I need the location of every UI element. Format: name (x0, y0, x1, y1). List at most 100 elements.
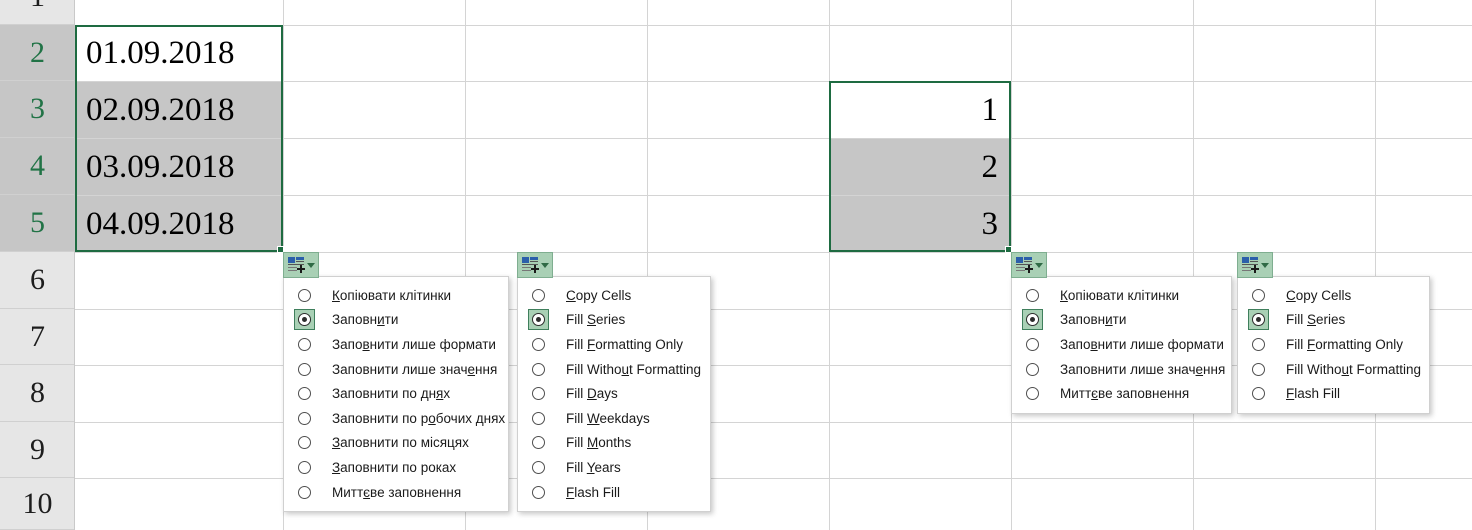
menu-item[interactable]: Fill Without Formatting (518, 357, 710, 382)
radio-unselected[interactable] (1022, 359, 1043, 380)
radio-unselected[interactable] (528, 432, 549, 453)
cell-date-row2[interactable]: 01.09.2018 (76, 26, 282, 81)
menu-item[interactable]: Заповнити лише формати (284, 332, 508, 357)
autofill-menu-numbers-uk[interactable]: Копіювати клітинки Заповнити Заповнити лиш… (1011, 276, 1232, 414)
menu-item[interactable]: Заповнити (1012, 308, 1231, 333)
autofill-menu-dates-uk[interactable]: Копіювати клітинки Заповнити Заповнити лиш… (283, 276, 509, 513)
radio-unselected[interactable] (1022, 285, 1043, 306)
menu-item[interactable]: Fill Years (518, 455, 710, 480)
radio-unselected[interactable] (528, 457, 549, 478)
radio-unselected[interactable] (528, 383, 549, 404)
cell-number-row5[interactable]: 3 (830, 196, 1010, 252)
radio-icon (532, 362, 545, 376)
menu-item-label: Fill Days (566, 386, 618, 402)
menu-item[interactable]: Flash Fill (1238, 381, 1429, 406)
menu-item[interactable]: Fill Series (518, 308, 710, 333)
radio-icon (298, 436, 311, 450)
radio-unselected[interactable] (528, 285, 549, 306)
radio-unselected[interactable] (1248, 334, 1269, 355)
autofill-options-icon (1015, 256, 1033, 274)
menu-item-label: Заповнити по роках (332, 459, 457, 475)
radio-unselected[interactable] (294, 285, 315, 306)
radio-icon (1252, 387, 1265, 401)
cell-date-row5[interactable]: 04.09.2018 (76, 196, 282, 252)
radio-unselected[interactable] (294, 359, 315, 380)
radio-selected[interactable] (1022, 309, 1043, 331)
menu-item[interactable]: Copy Cells (1238, 283, 1429, 308)
radio-selected[interactable] (1248, 309, 1269, 331)
radio-unselected[interactable] (1248, 359, 1269, 380)
autofill-options-button-numbers-en[interactable] (1237, 252, 1273, 278)
radio-selected[interactable] (528, 309, 549, 331)
menu-item[interactable]: Копіювати клітинки (1012, 283, 1231, 308)
menu-item[interactable]: Заповнити по робочих днях (284, 406, 508, 431)
row-header-5[interactable]: 5 (0, 195, 75, 252)
radio-unselected[interactable] (1022, 334, 1043, 355)
row-header-3[interactable]: 3 (0, 81, 75, 138)
menu-item[interactable]: Заповнити по місяцях (284, 431, 508, 456)
menu-item[interactable]: Заповнити (284, 308, 508, 333)
autofill-options-button-dates-en[interactable] (517, 252, 553, 278)
radio-unselected[interactable] (294, 432, 315, 453)
menu-item[interactable]: Заповнити лише значення (284, 357, 508, 382)
menu-item[interactable]: Fill Months (518, 431, 710, 456)
menu-item-label: Заповнити по днях (332, 386, 451, 402)
menu-item[interactable]: Миттєве заповнення (1012, 381, 1231, 406)
menu-item[interactable]: Миттєве заповнення (284, 480, 508, 505)
row-header-7[interactable]: 7 (0, 309, 75, 365)
cell-date-row3[interactable]: 02.09.2018 (76, 82, 282, 138)
radio-unselected[interactable] (294, 383, 315, 404)
menu-item[interactable]: Flash Fill (518, 480, 710, 505)
row-header-10[interactable]: 10 (0, 478, 75, 530)
radio-unselected[interactable] (528, 408, 549, 429)
menu-item[interactable]: Fill Series (1238, 308, 1429, 333)
autofill-options-button-numbers-uk[interactable] (1011, 252, 1047, 278)
autofill-menu-dates-en[interactable]: Copy Cells Fill Series Fill Formatting Onl… (517, 276, 711, 513)
menu-item[interactable]: Заповнити по днях (284, 381, 508, 406)
radio-unselected[interactable] (528, 359, 549, 380)
menu-item[interactable]: Fill Without Formatting (1238, 357, 1429, 382)
radio-unselected[interactable] (1248, 383, 1269, 404)
row-header-1[interactable]: 1 (0, 0, 75, 25)
row-header-9[interactable]: 9 (0, 422, 75, 478)
menu-item[interactable]: Copy Cells (518, 283, 710, 308)
menu-item-label: Flash Fill (566, 484, 621, 500)
menu-item[interactable]: Fill Formatting Only (1238, 332, 1429, 357)
row-header-8[interactable]: 8 (0, 365, 75, 422)
radio-icon (1026, 337, 1039, 351)
radio-unselected[interactable] (294, 334, 315, 355)
radio-unselected[interactable] (294, 482, 315, 503)
radio-unselected[interactable] (294, 408, 315, 429)
radio-icon (1252, 362, 1265, 376)
menu-item[interactable]: Копіювати клітинки (284, 283, 508, 308)
radio-unselected[interactable] (528, 482, 549, 503)
menu-item[interactable]: Fill Formatting Only (518, 332, 710, 357)
menu-item[interactable]: Заповнити по роках (284, 455, 508, 480)
autofill-menu-numbers-en[interactable]: Copy Cells Fill Series Fill Formatting Onl… (1237, 276, 1430, 414)
menu-item[interactable]: Заповнити лише формати (1012, 332, 1231, 357)
radio-selected[interactable] (294, 309, 315, 331)
row-header-6[interactable]: 6 (0, 252, 75, 309)
menu-item[interactable]: Fill Days (518, 381, 710, 406)
radio-unselected[interactable] (528, 334, 549, 355)
radio-icon (298, 411, 311, 425)
cell-number-row3[interactable]: 1 (830, 82, 1010, 138)
radio-unselected[interactable] (294, 457, 315, 478)
row-header-divider (74, 0, 75, 530)
row-header-strip: 1 2 3 4 5 6 7 8 9 10 (0, 0, 75, 530)
chevron-down-icon (1035, 262, 1043, 268)
row-header-2[interactable]: 2 (0, 25, 75, 81)
menu-item-label: Fill Without Formatting (566, 361, 702, 377)
radio-unselected[interactable] (1248, 285, 1269, 306)
menu-item[interactable]: Fill Weekdays (518, 406, 710, 431)
autofill-options-button-dates-uk[interactable] (283, 252, 319, 278)
cell-number-row4[interactable]: 2 (830, 139, 1010, 195)
radio-unselected[interactable] (1022, 383, 1043, 404)
spreadsheet-canvas[interactable]: 1 2 3 4 5 6 7 8 9 10 01.09.2018 02.09.20… (0, 0, 1472, 530)
chevron-down-icon (307, 262, 315, 268)
menu-item-label: Fill Formatting Only (566, 336, 684, 352)
cell-date-row4[interactable]: 03.09.2018 (76, 139, 282, 195)
menu-item-label: Заповнити (332, 312, 399, 328)
row-header-4[interactable]: 4 (0, 138, 75, 195)
menu-item[interactable]: Заповнити лише значення (1012, 357, 1231, 382)
